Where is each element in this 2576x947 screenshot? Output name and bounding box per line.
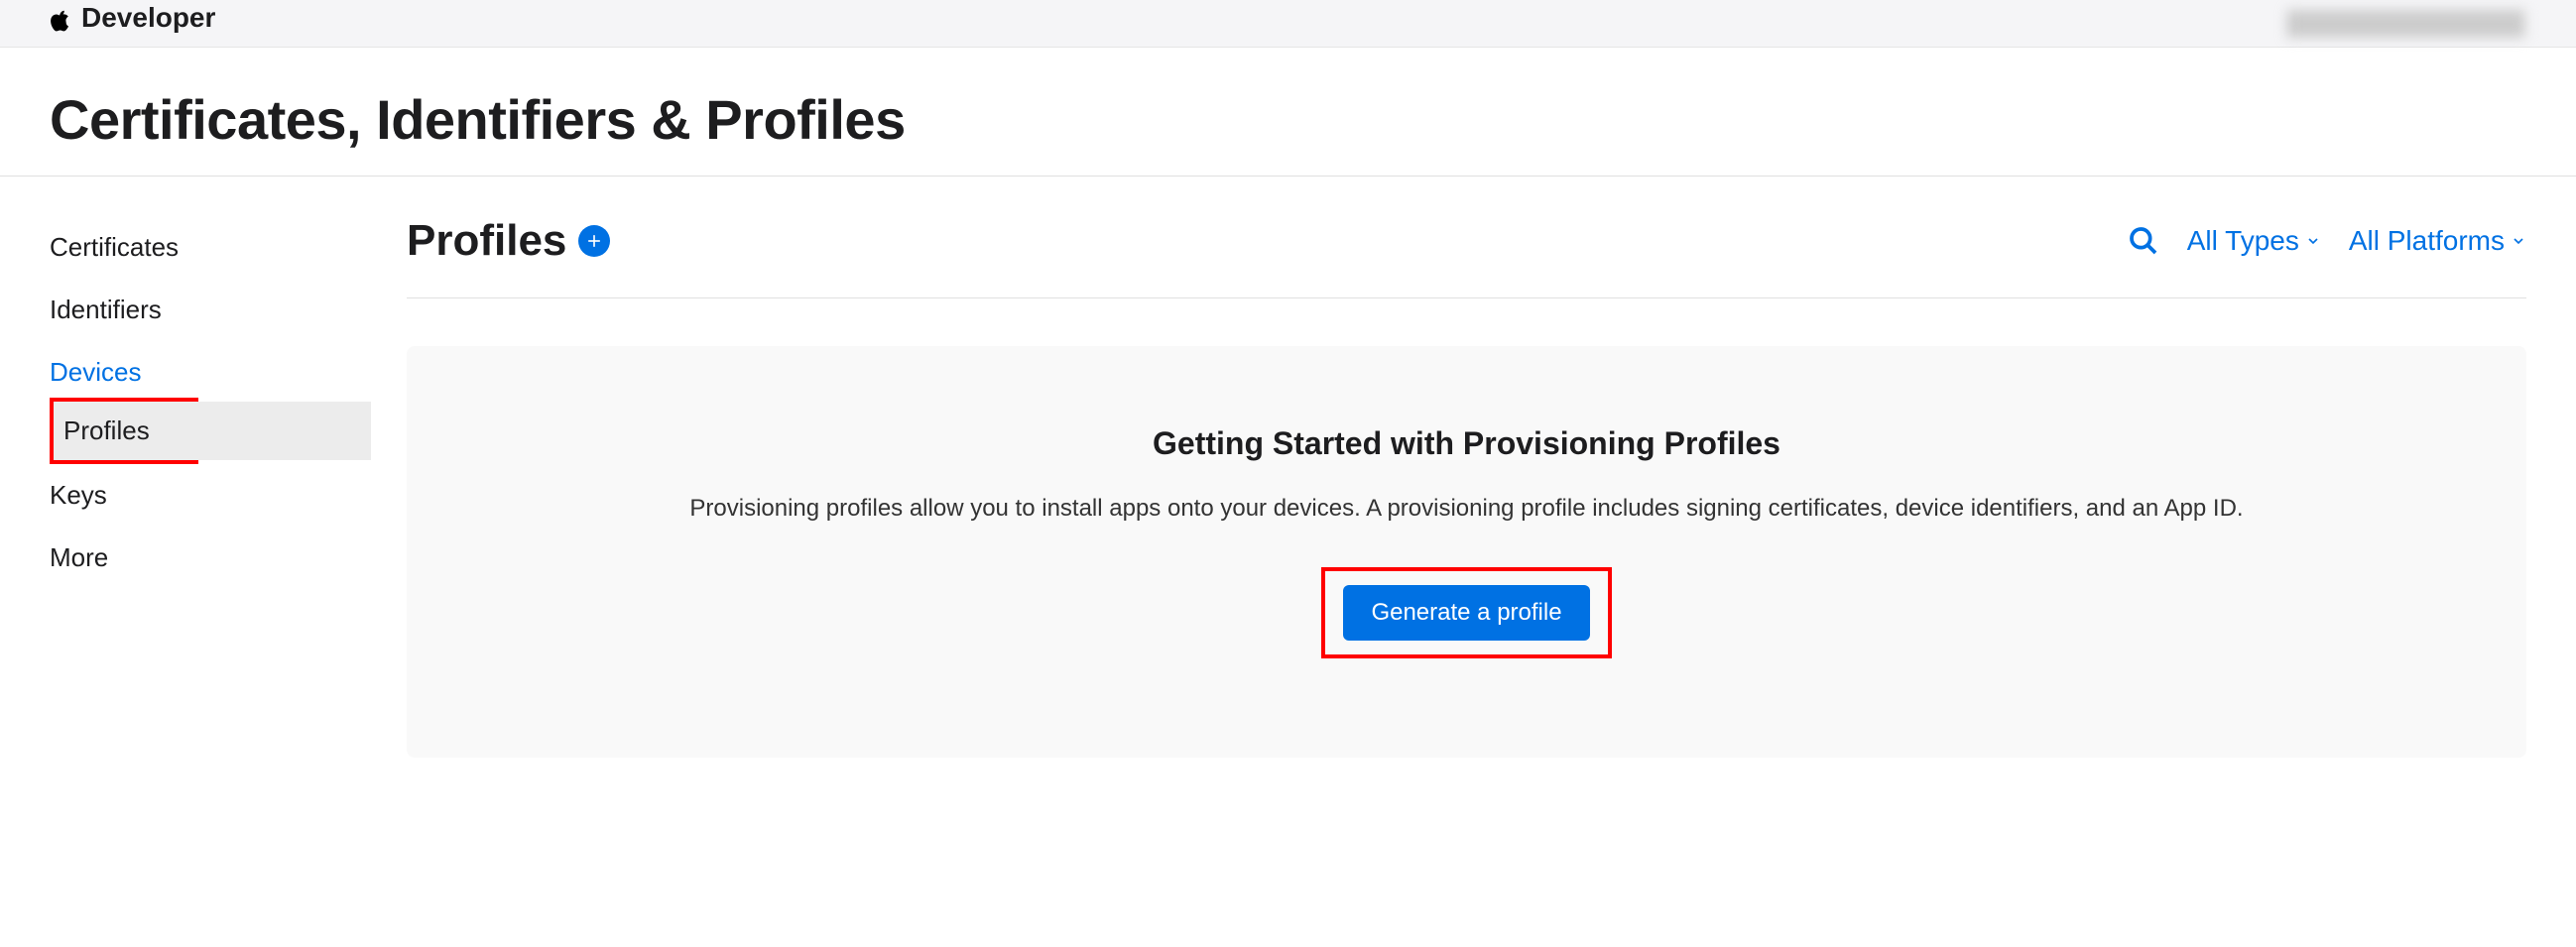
filter-types[interactable]: All Types <box>2187 225 2321 257</box>
content-header-right: All Types All Platforms <box>2128 225 2526 257</box>
brand-text: Developer <box>81 2 215 34</box>
filter-types-label: All Types <box>2187 225 2299 257</box>
account-area-blurred <box>2288 10 2526 38</box>
filter-platforms-label: All Platforms <box>2349 225 2505 257</box>
content: Profiles All Types All Platforms Getting… <box>407 216 2526 758</box>
sidebar-item-identifiers[interactable]: Identifiers <box>50 279 407 341</box>
search-icon[interactable] <box>2128 225 2159 257</box>
page-title: Certificates, Identifiers & Profiles <box>50 87 2526 152</box>
sidebar-item-devices[interactable]: Devices <box>50 341 407 404</box>
sidebar: Certificates Identifiers Devices Profile… <box>50 216 407 758</box>
sidebar-item-profiles[interactable]: Profiles <box>54 402 371 460</box>
top-nav: Developer <box>0 0 2576 48</box>
sidebar-item-certificates[interactable]: Certificates <box>50 216 407 279</box>
section-title: Profiles <box>407 216 566 266</box>
filter-platforms[interactable]: All Platforms <box>2349 225 2526 257</box>
content-header: Profiles All Types All Platforms <box>407 216 2526 298</box>
content-title-wrap: Profiles <box>407 216 610 266</box>
plus-icon <box>584 231 604 251</box>
apple-logo-icon <box>50 8 73 32</box>
sidebar-item-more[interactable]: More <box>50 527 407 589</box>
empty-state-panel: Getting Started with Provisioning Profil… <box>407 346 2526 758</box>
chevron-down-icon <box>2511 233 2526 249</box>
highlight-box-profiles: Profiles <box>50 398 198 464</box>
chevron-down-icon <box>2305 233 2321 249</box>
empty-state-description: Provisioning profiles allow you to insta… <box>624 490 2310 528</box>
generate-profile-button[interactable]: Generate a profile <box>1343 585 1589 641</box>
empty-state-title: Getting Started with Provisioning Profil… <box>466 425 2467 462</box>
add-profile-icon[interactable] <box>578 225 610 257</box>
brand[interactable]: Developer <box>50 2 215 34</box>
main-layout: Certificates Identifiers Devices Profile… <box>0 177 2576 797</box>
highlight-box-cta: Generate a profile <box>1321 567 1611 658</box>
sidebar-item-keys[interactable]: Keys <box>50 464 407 527</box>
page-header: Certificates, Identifiers & Profiles <box>0 48 2576 177</box>
